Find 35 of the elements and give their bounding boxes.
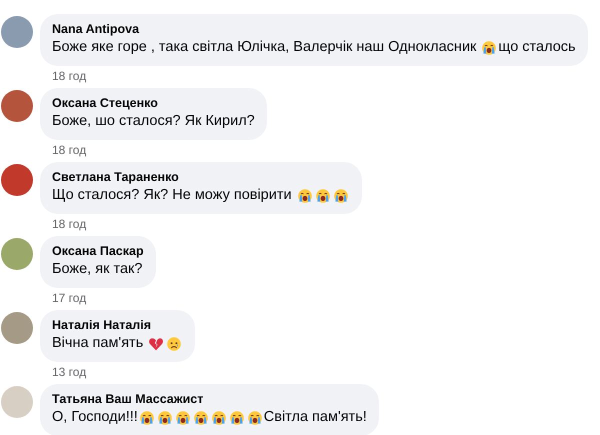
avatar-photo[interactable] bbox=[1, 90, 33, 122]
crying-face-icon bbox=[296, 188, 313, 204]
avatar-photo[interactable] bbox=[1, 312, 33, 344]
avatar-photo[interactable] bbox=[1, 16, 33, 48]
comment-time[interactable]: 18 год bbox=[40, 217, 362, 231]
crying-face-icon bbox=[481, 40, 498, 56]
author-name[interactable]: Светлана Тараненко bbox=[52, 169, 350, 185]
sad-face-icon bbox=[166, 336, 182, 352]
crying-face-icon bbox=[210, 410, 227, 426]
crying-face-icon bbox=[156, 410, 173, 426]
crying-face-icon bbox=[228, 410, 245, 426]
author-name[interactable]: Nana Antipova bbox=[52, 21, 576, 37]
avatar-photo[interactable] bbox=[1, 238, 33, 270]
author-name[interactable]: Наталія Наталія bbox=[52, 317, 184, 333]
comment-text: Боже, шо сталося? Як Кирил? bbox=[52, 112, 255, 131]
avatar-photo[interactable] bbox=[1, 164, 33, 196]
crying-face-icon bbox=[246, 410, 263, 426]
crying-face-icon bbox=[332, 188, 349, 204]
comment-time[interactable]: 18 год bbox=[40, 143, 267, 157]
comment-time[interactable]: 17 год bbox=[40, 291, 156, 305]
broken-heart-icon bbox=[148, 336, 164, 352]
comment-time[interactable]: 13 год bbox=[40, 365, 196, 379]
crying-face-icon bbox=[138, 410, 155, 426]
comment-text: Вічна пам'ять bbox=[52, 333, 184, 354]
author-name[interactable]: Татьяна Ваш Массажист bbox=[52, 391, 367, 407]
author-name[interactable]: Оксана Стеценко bbox=[52, 95, 255, 111]
comment-text: О, Господи!!! Світла пам'ять! bbox=[52, 408, 367, 428]
crying-face-icon bbox=[314, 188, 331, 204]
comment-text: Боже, як так? bbox=[52, 260, 144, 279]
comment-text: Що сталося? Як? Не можу повірити bbox=[52, 185, 350, 206]
crying-face-icon bbox=[192, 410, 209, 426]
crying-face-icon bbox=[174, 410, 191, 426]
comment-time[interactable]: 18 год bbox=[40, 69, 588, 83]
comment-text: Боже яке горе , така світла Юлічка, Валерчік наш Однокласник що сталось bbox=[52, 38, 576, 58]
author-name[interactable]: Оксана Паскар bbox=[52, 243, 144, 259]
